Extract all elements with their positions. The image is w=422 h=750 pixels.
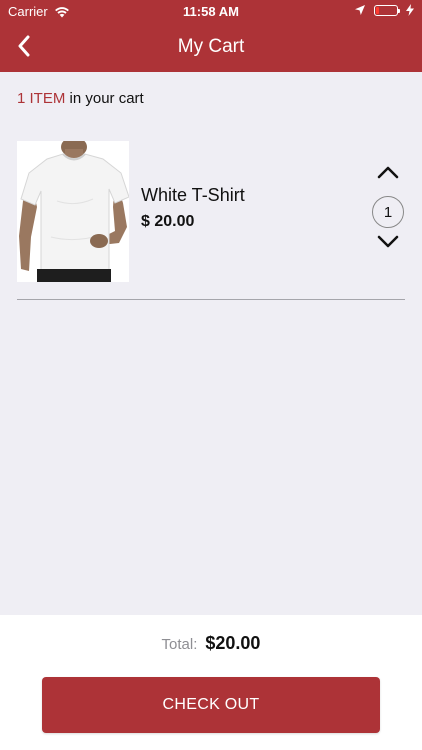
product-price: $ 20.00 bbox=[141, 213, 195, 230]
checkout-button[interactable]: CHECK OUT bbox=[42, 677, 380, 733]
cart-count-value: 1 ITEM bbox=[17, 90, 66, 107]
product-image bbox=[17, 141, 129, 282]
total-row: Total: $20.00 bbox=[0, 633, 422, 654]
cart-item: White T-Shirt $ 20.00 1 bbox=[17, 141, 405, 283]
location-arrow-icon bbox=[354, 4, 366, 16]
status-bar: Carrier 11:58 AM bbox=[0, 0, 422, 24]
chevron-up-icon bbox=[377, 165, 399, 184]
quantity-decrease-button[interactable] bbox=[375, 235, 401, 253]
app-header: Carrier 11:58 AM My Cart bbox=[0, 0, 422, 72]
quantity-value: 1 bbox=[372, 196, 404, 228]
battery-icon bbox=[374, 4, 400, 16]
battery-level-fill bbox=[376, 6, 379, 14]
status-indicators bbox=[354, 4, 414, 16]
cart-count-label: 1 ITEM in your cart bbox=[17, 90, 144, 107]
cart-footer: Total: $20.00 CHECK OUT bbox=[0, 615, 422, 750]
nav-bar: My Cart bbox=[0, 24, 422, 72]
product-name: White T-Shirt bbox=[141, 185, 245, 205]
quantity-increase-button[interactable] bbox=[375, 165, 401, 183]
page-title: My Cart bbox=[177, 36, 245, 57]
cart-screen: Carrier 11:58 AM My Cart 1 ITEM in your … bbox=[0, 0, 422, 750]
charging-bolt-icon bbox=[406, 4, 414, 16]
total-value: $20.00 bbox=[205, 633, 261, 653]
chevron-down-icon bbox=[377, 235, 399, 254]
total-label: Total: bbox=[161, 636, 198, 653]
item-divider bbox=[17, 299, 405, 300]
cart-count-suffix: in your cart bbox=[69, 90, 144, 107]
